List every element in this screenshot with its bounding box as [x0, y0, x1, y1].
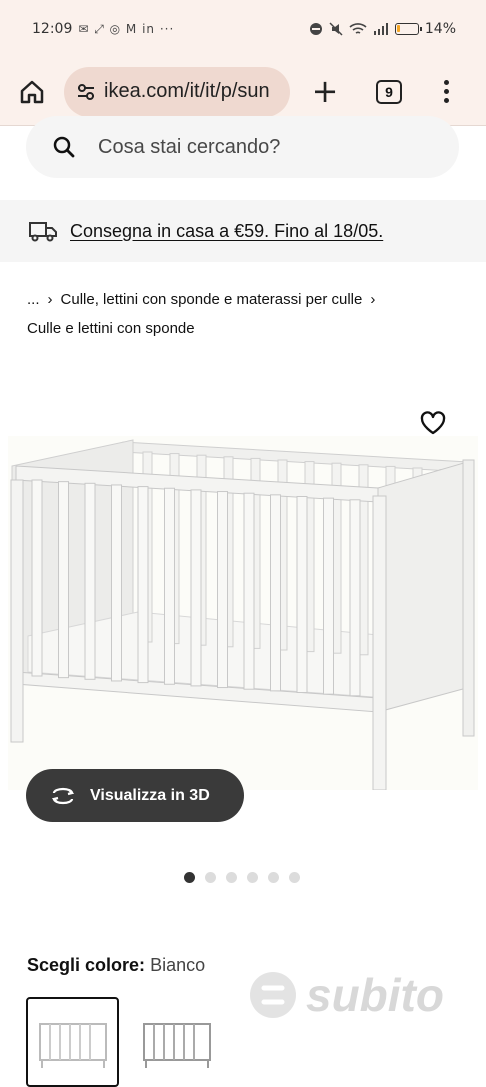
crib-front-slat: [31, 479, 43, 677]
battery-text: 14%: [424, 21, 456, 37]
status-right: 14%: [309, 21, 456, 37]
address-bar[interactable]: ikea.com/it/it/p/sun: [64, 66, 290, 117]
chevron-right-icon: ›: [370, 291, 376, 308]
breadcrumb-item-lettini[interactable]: Culle e lettini con sponde: [27, 320, 195, 337]
crib-front-slat: [58, 481, 69, 679]
site-settings-icon[interactable]: [76, 83, 96, 101]
crib-thumbnail-grey: [142, 1023, 211, 1068]
subito-logo-icon: [250, 972, 296, 1018]
crib-front-slat: [190, 489, 202, 687]
crib-front-slat: [323, 497, 334, 695]
carousel-indicator[interactable]: [184, 872, 300, 883]
home-icon: [20, 80, 44, 103]
carousel-dot[interactable]: [268, 872, 279, 883]
wifi-icon: [349, 23, 367, 34]
delivery-banner[interactable]: Consegna in casa a €59. Fino al 18/05.: [0, 200, 486, 262]
delivery-text[interactable]: Consegna in casa a €59. Fino al 18/05.: [70, 221, 383, 242]
search-placeholder: Cosa stai cercando?: [98, 135, 281, 158]
crib-front-slat: [217, 491, 228, 689]
rotate-3d-icon: [51, 787, 75, 804]
search-icon: [53, 136, 75, 158]
truck-icon: [29, 222, 57, 242]
favorite-button[interactable]: [419, 410, 447, 436]
color-selector-label: Scegli colore: Bianco: [27, 955, 205, 976]
plus-icon: +: [311, 71, 339, 110]
carousel-dot[interactable]: [247, 872, 258, 883]
product-image[interactable]: [8, 436, 478, 791]
notification-icons: ✉ ⤢ ◎ M in ···: [78, 21, 175, 36]
crib-image: [10, 439, 475, 791]
browser-menu-button[interactable]: [442, 80, 450, 103]
crib-front-slat: [243, 492, 255, 690]
battery-icon: [394, 23, 422, 35]
search-input[interactable]: Cosa stai cercando?: [26, 116, 459, 178]
crib-front-slat: [111, 484, 122, 682]
crib-thumbnail: [38, 1023, 107, 1068]
breadcrumb: ... › Culle, lettini con sponde e materass…: [27, 285, 467, 343]
crib-front-slat: [349, 499, 361, 697]
carousel-dot[interactable]: [205, 872, 216, 883]
dnd-icon: [309, 23, 322, 35]
view-3d-label: Visualizza in 3D: [90, 786, 210, 804]
crib-front-slat: [164, 487, 175, 685]
crib-front-slat: [84, 482, 96, 680]
chevron-right-icon: ›: [47, 291, 53, 308]
tab-count: 9: [385, 83, 393, 100]
crib-front-slat: [296, 496, 308, 693]
crib-front-slat: [270, 494, 281, 692]
heart-icon: [420, 411, 446, 435]
color-swatch-white[interactable]: [26, 997, 119, 1087]
status-time: 12:09: [32, 21, 73, 37]
carousel-dot[interactable]: [226, 872, 237, 883]
color-label: Scegli colore:: [27, 955, 146, 975]
carousel-dot[interactable]: [289, 872, 300, 883]
home-button[interactable]: [14, 74, 50, 110]
url-text: ikea.com/it/it/p/sun: [104, 80, 270, 102]
status-bar: 12:09 ✉ ⤢ ◎ M in ··· 14%: [0, 0, 486, 58]
status-left: 12:09 ✉ ⤢ ◎ M in ···: [32, 21, 174, 37]
watermark-text: subito: [306, 969, 444, 1021]
battery-fill: [396, 25, 400, 32]
carousel-dot[interactable]: [184, 872, 195, 883]
breadcrumb-ellipsis[interactable]: ...: [27, 291, 40, 308]
tab-switcher-button[interactable]: 9: [376, 79, 402, 104]
subito-watermark: subito: [248, 968, 444, 1022]
view-3d-button[interactable]: Visualizza in 3D: [26, 769, 244, 822]
new-tab-button[interactable]: +: [310, 75, 340, 107]
signal-icon: [373, 23, 388, 35]
breadcrumb-item-culle[interactable]: Culle, lettini con sponde e materassi pe…: [61, 291, 363, 308]
color-value: Bianco: [150, 955, 206, 975]
color-swatch-grey[interactable]: [130, 997, 223, 1087]
mute-icon: [329, 22, 343, 36]
crib-front-slat: [137, 486, 149, 684]
